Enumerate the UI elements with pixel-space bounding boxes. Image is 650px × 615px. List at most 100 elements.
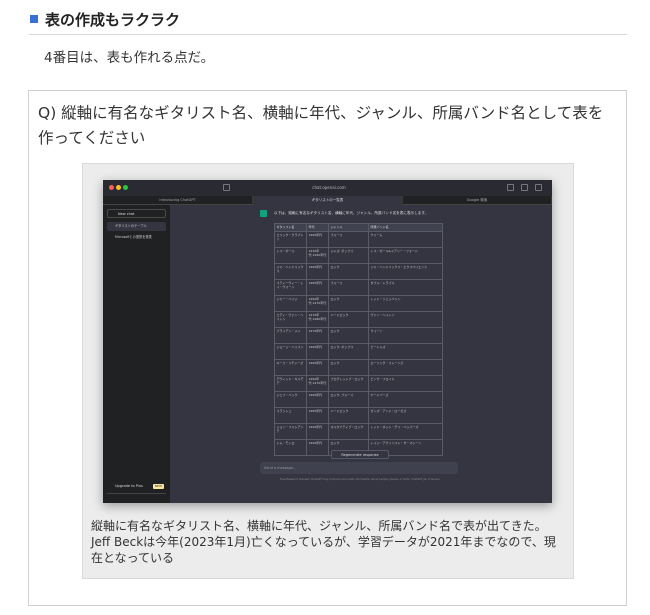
table-cell: ブルース bbox=[328, 231, 369, 248]
lead-text: 4番目は、表も作れる点だ。 bbox=[44, 50, 215, 66]
table-cell: レス・ポール&メアリー・フォード bbox=[368, 247, 443, 264]
table-row: スティーヴィー・レイ・ヴォーン 1980年代 ブルース ダブル・トラブル bbox=[274, 279, 443, 296]
response-intro: 以下は、縦軸に有名なギタリスト名、横軸に年代、ジャンル、所属バンド名を表に表示し… bbox=[274, 211, 429, 215]
table-cell: ピンク・フロイド bbox=[368, 375, 443, 392]
browser-titlebar: chat.openai.com bbox=[103, 180, 552, 196]
question-text: Q) 縦軸に有名なギタリスト名、横軸に年代、ジャンル、所属バンド名として表を作っ… bbox=[38, 104, 604, 147]
section-title: 表の作成もラクラク bbox=[45, 11, 181, 29]
url-bar: chat.openai.com bbox=[312, 185, 346, 190]
table-row: ジミー・ペイジ 1960年代-1970年代 ロック レッド・ツェッペリン bbox=[274, 295, 443, 312]
table-cell: ヴァン・ヘイレン bbox=[368, 311, 443, 328]
table-cell: ロック bbox=[328, 263, 369, 280]
table-header: 年代 bbox=[306, 223, 329, 232]
question-box: Q) 縦軸に有名なギタリスト名、横軸に年代、ジャンル、所属バンド名として表を作っ… bbox=[28, 90, 627, 606]
table-cell: ジミ・ヘンドリックス bbox=[274, 263, 307, 280]
table-cell: 1970年代 bbox=[306, 327, 329, 344]
table-cell: スラッシュ bbox=[274, 407, 307, 424]
table-cell: ビートルズ bbox=[368, 343, 443, 360]
table-cell: ハードロック bbox=[328, 311, 369, 328]
user-row bbox=[107, 493, 166, 501]
table-cell: エリック・クラプトン bbox=[274, 231, 307, 248]
table-cell: 1990年代 bbox=[306, 439, 329, 456]
table-cell: スティーヴィー・レイ・ヴォーン bbox=[274, 279, 307, 296]
table-row: スラッシュ 1980年代 ハードロック ガンズ・アンド・ローゼズ bbox=[274, 407, 443, 424]
table-cell: 1960年代-1970年代 bbox=[306, 375, 329, 392]
close-dot-icon bbox=[109, 185, 114, 190]
table-cell: 1960年代 bbox=[306, 359, 329, 376]
table-row: デヴィッド・ギルモア 1960年代-1970年代 プログレッシブ・ロック ピンク・フロ… bbox=[274, 375, 443, 392]
caption-line: 縦軸に有名なギタリスト名、横軸に年代、ジャンル、所属バンド名で表が出てきた。 bbox=[91, 519, 547, 533]
table-row: レス・ポール 1940年代-1950年代 ジャズ, ポップス レス・ポール&メアリー・… bbox=[274, 247, 443, 264]
share-icon bbox=[507, 184, 514, 191]
table-cell: ジョン・フルシアンテ bbox=[274, 423, 307, 440]
table-row: ジョージ・ハリスン 1960年代 ロック, ポップス ビートルズ bbox=[274, 343, 443, 360]
table-cell: 1990年代 bbox=[306, 423, 329, 440]
chat-item: Microsoftとの提携を発表 bbox=[115, 235, 152, 239]
table-cell: 1960年代 bbox=[306, 263, 329, 280]
table-header: ジャンル bbox=[328, 223, 369, 232]
table-cell: クリーム bbox=[368, 231, 443, 248]
screenshot-figure: chat.openai.com Introducing ChatGPT ギタリス… bbox=[82, 163, 574, 579]
chat-main: 以下は、縦軸に有名なギタリスト名、横軸に年代、ジャンル、所属バンド名を表に表示し… bbox=[170, 205, 552, 503]
chatgpt-screenshot: chat.openai.com Introducing ChatGPT ギタリス… bbox=[103, 180, 552, 503]
table-cell: レッド・ホット・チリ・ペッパーズ bbox=[368, 423, 443, 440]
table-cell: 1960年代-1970年代 bbox=[306, 295, 329, 312]
table-cell: レッド・ツェッペリン bbox=[368, 295, 443, 312]
table-cell: ブライアン・メイ bbox=[274, 327, 307, 344]
table-cell: ロック bbox=[328, 295, 369, 312]
figure-caption: 縦軸に有名なギタリスト名、横軸に年代、ジャンル、所属バンド名で表が出てきた。 J… bbox=[91, 518, 567, 566]
table-cell: ガンズ・アンド・ローゼズ bbox=[368, 407, 443, 424]
table-cell: ジミー・ペイジ bbox=[274, 295, 307, 312]
table-cell: エディ・ヴァン・ヘイレン bbox=[274, 311, 307, 328]
new-badge: NEW bbox=[152, 484, 164, 489]
caption-line: Jeff Beckは今年(2023年1月)亡くなっているが、学習データが2021… bbox=[91, 535, 556, 565]
heading-marker bbox=[30, 15, 38, 23]
chatgpt-icon bbox=[260, 210, 267, 217]
table-cell: デヴィッド・ギルモア bbox=[274, 375, 307, 392]
maximize-dot-icon bbox=[123, 185, 128, 190]
table-cell: ハードロック bbox=[328, 407, 369, 424]
new-tab-icon bbox=[521, 184, 528, 191]
regenerate-button: Regenerate response bbox=[331, 450, 389, 459]
table-cell: レス・ポール bbox=[274, 247, 307, 264]
shield-icon bbox=[223, 184, 230, 191]
tab-google: Google 検索 bbox=[403, 196, 552, 205]
tab-introducing: Introducing ChatGPT bbox=[103, 196, 253, 205]
table-row: エリック・クラプトン 1960年代 ブルース クリーム bbox=[274, 231, 443, 248]
table-cell: ジョージ・ハリスン bbox=[274, 343, 307, 360]
table-cell: クイーン bbox=[368, 327, 443, 344]
table-cell: 1960年代 bbox=[306, 391, 329, 408]
table-cell: 1960年代 bbox=[306, 231, 329, 248]
table-row: エディ・ヴァン・ヘイレン 1970年代-1980年代 ハードロック ヴァン・ヘイレン bbox=[274, 311, 443, 328]
tabs-icon bbox=[535, 184, 542, 191]
table-cell: トム・モレロ bbox=[274, 439, 307, 456]
section-heading: 表の作成もラクラク bbox=[29, 8, 627, 35]
table-cell: ロック, ポップス bbox=[328, 343, 369, 360]
tab-guitarist-table: ギタリストの一覧表 bbox=[253, 196, 403, 205]
table-header: ギタリスト名 bbox=[274, 223, 307, 232]
table-cell: 1940年代-1950年代 bbox=[306, 247, 329, 264]
table-cell: 1960年代 bbox=[306, 343, 329, 360]
table-cell: ジミ・ヘンドリックス・エクスペリエンス bbox=[368, 263, 443, 280]
guitarist-table: ギタリスト名 年代 ジャンル 所属バンド名 エリック・クラプトン 1960年代 ブル… bbox=[274, 223, 443, 456]
table-cell: ジェフ・ベック bbox=[274, 391, 307, 408]
table-cell: 1970年代-1980年代 bbox=[306, 311, 329, 328]
table-cell: 1980年代 bbox=[306, 279, 329, 296]
table-header: 所属バンド名 bbox=[368, 223, 443, 232]
table-cell: オルタナティブ・ロック bbox=[328, 423, 369, 440]
table-cell: 1980年代 bbox=[306, 407, 329, 424]
chat-sidebar: New chat ギタリストのテーブル Microsoftとの提携を発表 Upg… bbox=[103, 205, 170, 503]
table-cell: キース・リチャーズ bbox=[274, 359, 307, 376]
table-row: ジミ・ヘンドリックス 1960年代 ロック ジミ・ヘンドリックス・エクスペリエンス bbox=[274, 263, 443, 280]
minimize-dot-icon bbox=[116, 185, 121, 190]
chat-item: ギタリストのテーブル bbox=[107, 222, 166, 231]
table-cell: ロック bbox=[328, 327, 369, 344]
message-input: Send a message... bbox=[260, 462, 458, 474]
table-cell: ブルース bbox=[328, 279, 369, 296]
table-row: ジョン・フルシアンテ 1990年代 オルタナティブ・ロック レッド・ホット・チリ・ペッ… bbox=[274, 423, 443, 440]
table-cell: プログレッシブ・ロック bbox=[328, 375, 369, 392]
table-cell: ロック, ブルース bbox=[328, 391, 369, 408]
table-cell: ローリング・ストーンズ bbox=[368, 359, 443, 376]
table-cell: ロック bbox=[328, 359, 369, 376]
table-row: キース・リチャーズ 1960年代 ロック ローリング・ストーンズ bbox=[274, 359, 443, 376]
